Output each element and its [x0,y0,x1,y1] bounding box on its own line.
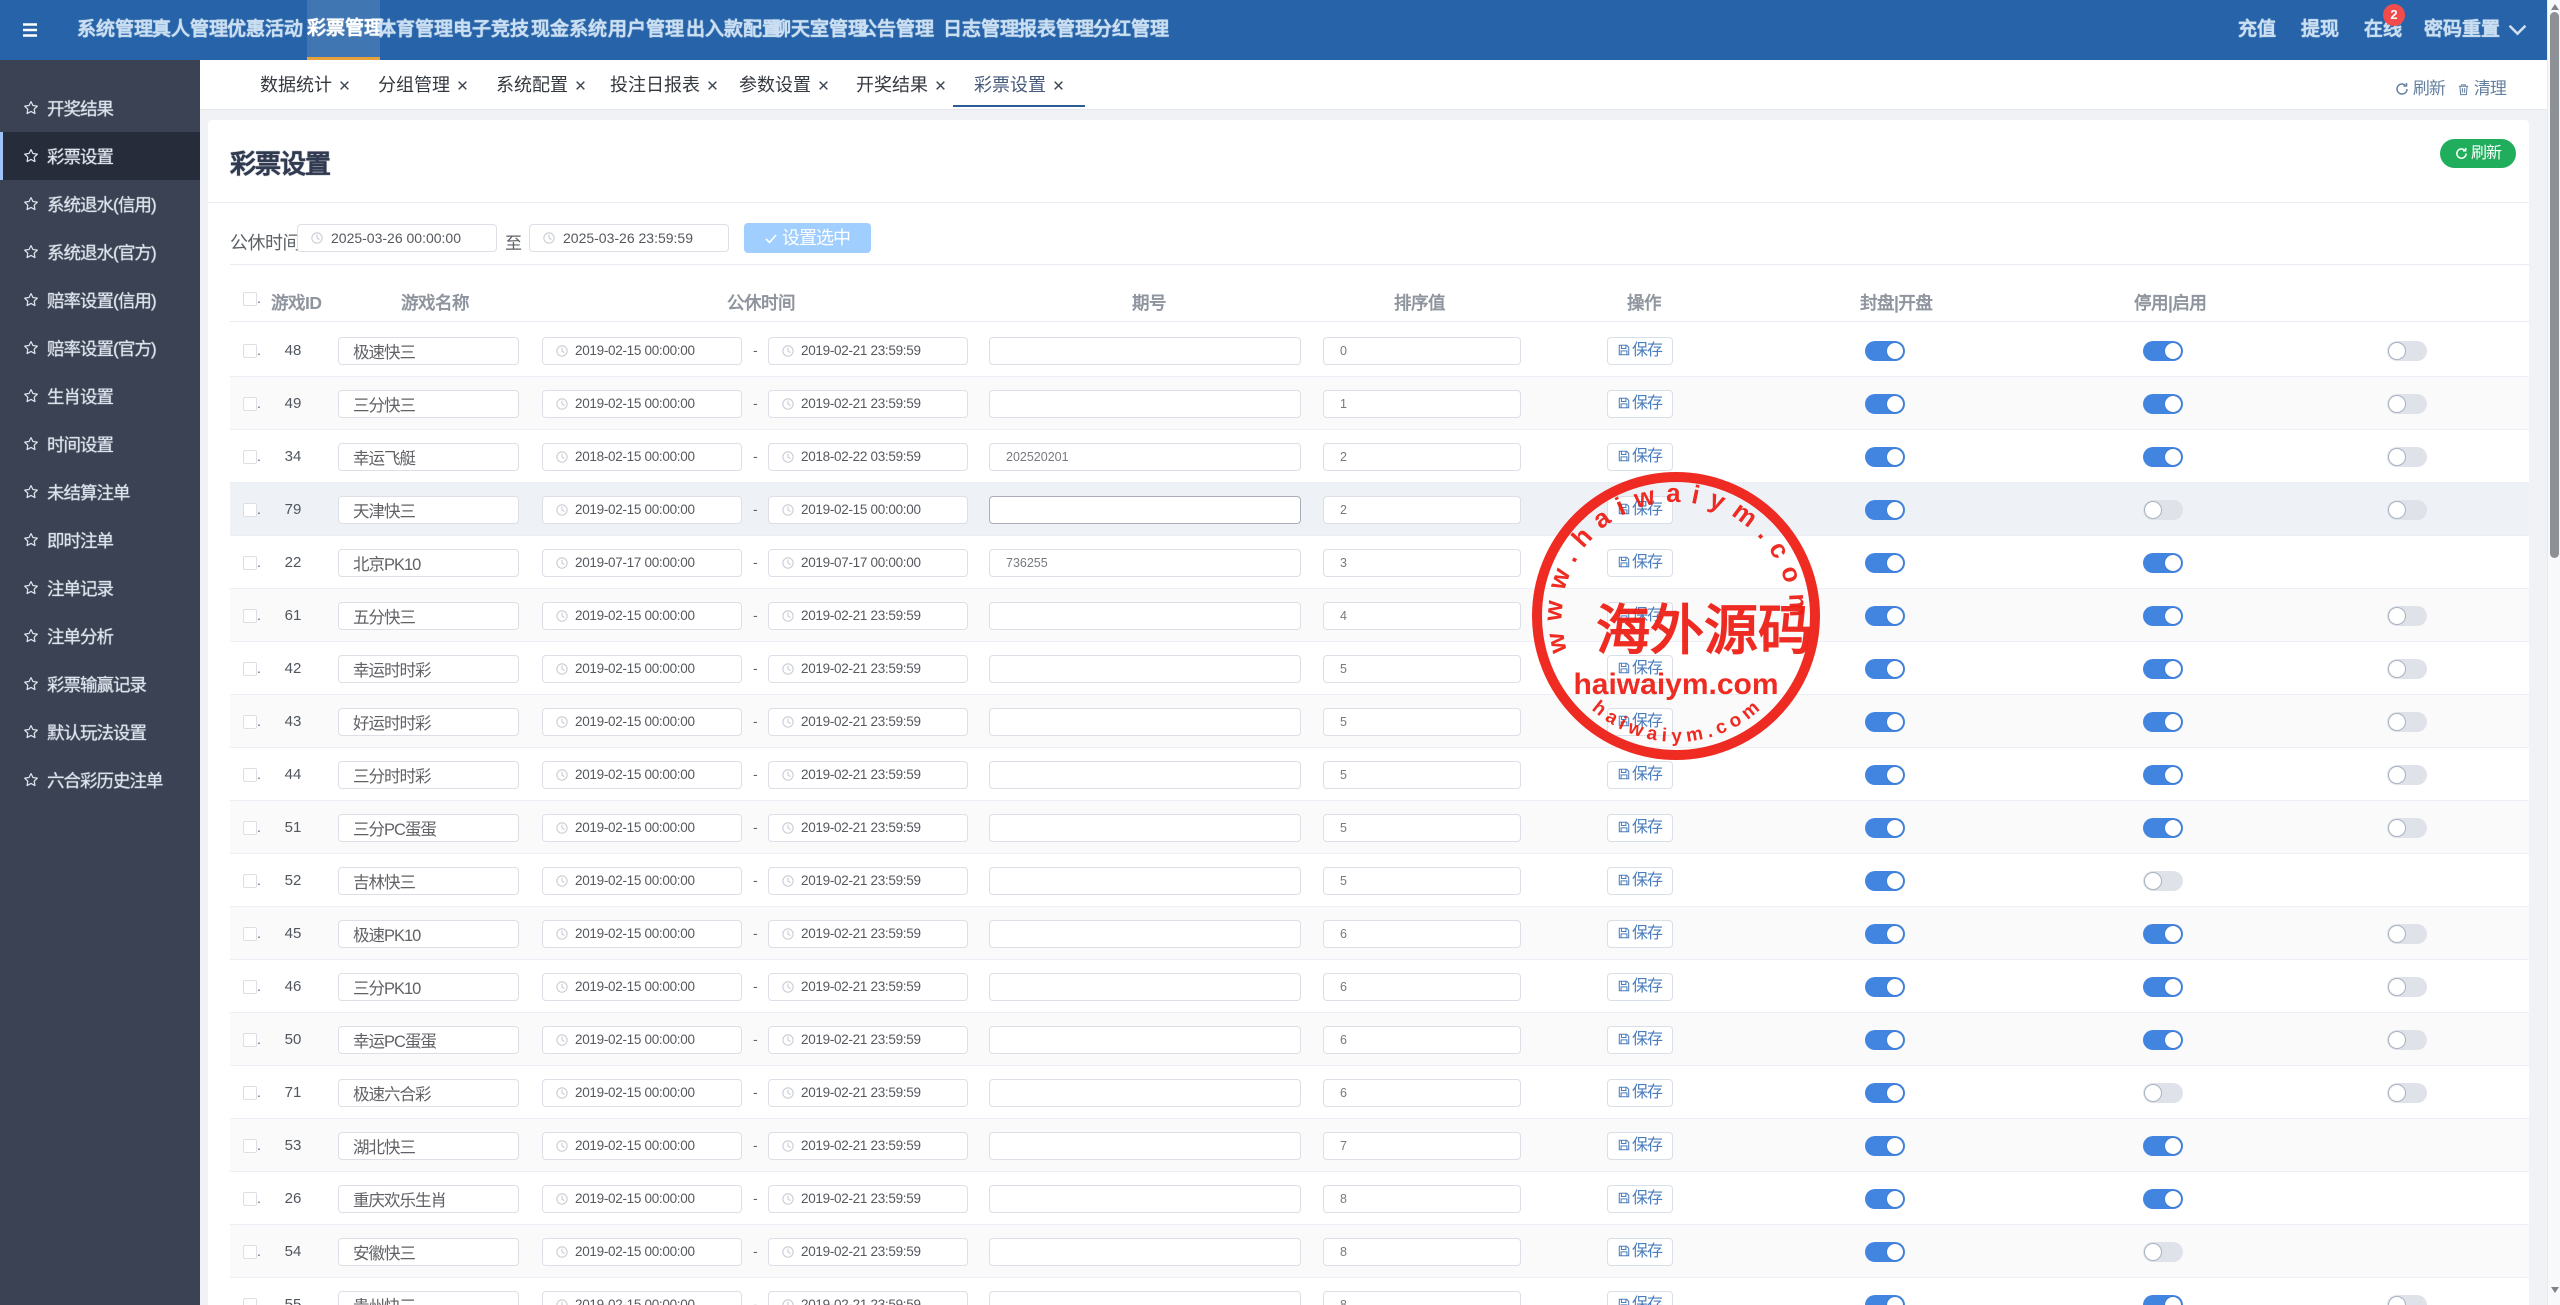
svg-text:haiwaiym.com: haiwaiym.com [1573,668,1778,701]
